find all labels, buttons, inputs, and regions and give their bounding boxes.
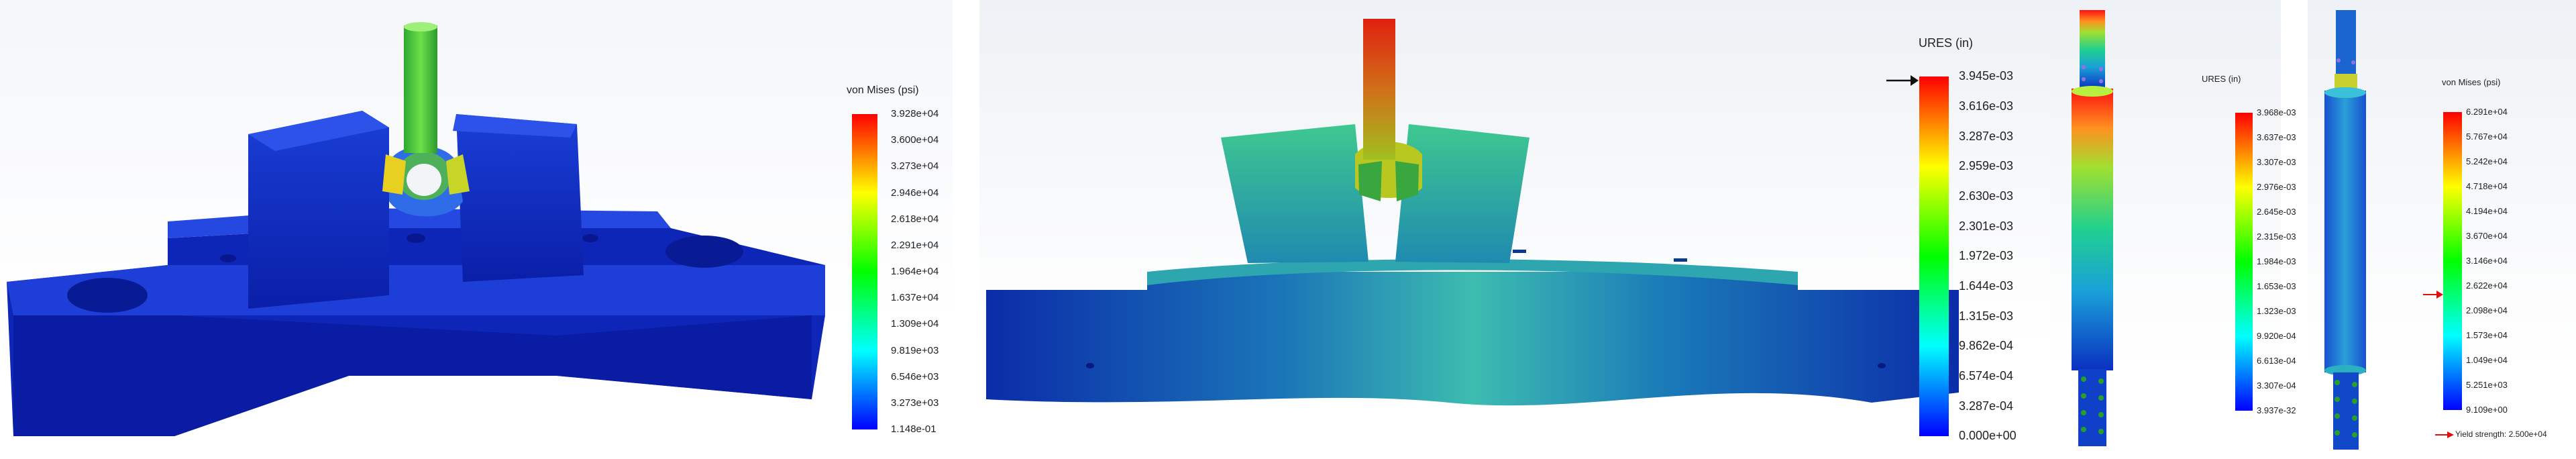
legend-tick: 9.920e-04 [2257, 331, 2296, 342]
color-scale-bar [2235, 113, 2253, 411]
yield-marker-arrow-icon [2423, 290, 2443, 303]
legend-tick: 0.000e+00 [1959, 429, 2017, 443]
legend-tick: 3.273e+03 [891, 397, 939, 409]
color-scale-bar [852, 114, 877, 429]
legend-tick: 2.315e-03 [2257, 232, 2296, 242]
bracket-stress-model [7, 22, 825, 436]
bracket-displacement-model [986, 19, 1959, 406]
legend-tick: 6.546e+03 [891, 370, 939, 382]
legend-title: von Mises (psi) [847, 85, 919, 96]
legend-tick: 2.645e-03 [2257, 207, 2296, 217]
legend-tick: 5.251e+03 [2466, 380, 2508, 391]
legend-tick: 2.959e-03 [1959, 159, 2014, 173]
panel-4-pin-von-mises: von Mises (psi) Yield strength: 2.500e+0… [2308, 0, 2576, 459]
legend-tick: 1.309e+04 [891, 318, 939, 330]
legend-tick: 3.637e-03 [2257, 132, 2296, 143]
legend-tick: 5.242e+04 [2466, 156, 2508, 167]
legend-tick: 1.637e+04 [891, 292, 939, 304]
color-scale-bar [1919, 76, 1949, 436]
legend-tick: 9.862e-04 [1959, 339, 2014, 353]
legend-tick: 2.291e+04 [891, 239, 939, 251]
legend-tick: 3.670e+04 [2466, 231, 2508, 242]
stress-legend: von Mises (psi) 3.928e+04 3.600e+04 3.27… [847, 67, 953, 443]
legend-tick: 3.307e-03 [2257, 157, 2296, 168]
legend-tick: 9.819e+03 [891, 344, 939, 356]
legend-tick: 4.194e+04 [2466, 206, 2508, 217]
legend-tick: 1.315e-03 [1959, 309, 2014, 323]
legend-tick: 1.964e+04 [891, 266, 939, 277]
legend-tick: 1.323e-03 [2257, 306, 2296, 317]
legend-tick: 3.287e-04 [1959, 399, 2014, 413]
legend-title: URES (in) [2202, 74, 2241, 84]
legend-tick: 4.718e+04 [2466, 181, 2508, 192]
color-scale-bar [2443, 112, 2462, 410]
legend-tick: 2.976e-03 [2257, 182, 2296, 193]
legend-tick: 3.968e-03 [2257, 107, 2296, 118]
max-marker-arrow-icon [1886, 74, 1919, 90]
legend-tick: 1.653e-03 [2257, 281, 2296, 292]
legend-tick: 9.109e+00 [2466, 405, 2508, 415]
legend-tick: 6.613e-04 [2257, 356, 2296, 366]
legend-tick: 2.301e-03 [1959, 219, 2014, 233]
legend-tick: 3.945e-03 [1959, 69, 2014, 83]
panel-2-displacement: URES (in) [979, 0, 2080, 459]
panel-1-von-mises: von Mises (psi) 3.928e+04 3.600e+04 3.27… [0, 0, 953, 459]
legend-tick: 2.622e+04 [2466, 280, 2508, 291]
legend-tick: 1.049e+04 [2466, 355, 2508, 366]
yield-strength-label: Yield strength: 2.500e+04 [2455, 429, 2547, 439]
legend-tick: 2.098e+04 [2466, 305, 2508, 316]
legend-tick: 3.937e-32 [2257, 405, 2296, 416]
yield-legend-arrow-icon [2435, 430, 2454, 442]
legend-tick: 3.273e+04 [891, 160, 939, 172]
pin-displacement-legend: URES (in) [2194, 74, 2281, 423]
legend-tick: 3.307e-04 [2257, 380, 2296, 391]
legend-title: von Mises (psi) [2442, 77, 2501, 87]
legend-tick: 6.574e-04 [1959, 368, 2014, 382]
legend-tick: 5.767e+04 [2466, 132, 2508, 142]
legend-tick: 2.946e+04 [891, 187, 939, 199]
legend-tick: 1.972e-03 [1959, 249, 2014, 263]
legend-tick: 2.630e-03 [1959, 189, 2014, 203]
legend-tick: 1.573e+04 [2466, 330, 2508, 341]
legend-tick: 6.291e+04 [2466, 107, 2508, 117]
legend-tick: 3.928e+04 [891, 108, 939, 119]
legend-tick: 3.287e-03 [1959, 129, 2014, 143]
legend-tick: 3.600e+04 [891, 134, 939, 146]
pin-stress-legend: von Mises (psi) [2442, 77, 2576, 453]
legend-tick: 3.616e-03 [1959, 99, 2014, 113]
legend-tick: 2.618e+04 [891, 213, 939, 225]
panel-3-pin-displacement: URES (in) [2051, 0, 2281, 459]
legend-tick: 1.148e-01 [891, 423, 936, 435]
legend-title: URES (in) [1919, 36, 1974, 50]
legend-tick: 1.984e-03 [2257, 256, 2296, 267]
legend-tick: 3.146e+04 [2466, 256, 2508, 266]
legend-tick: 1.644e-03 [1959, 278, 2014, 293]
